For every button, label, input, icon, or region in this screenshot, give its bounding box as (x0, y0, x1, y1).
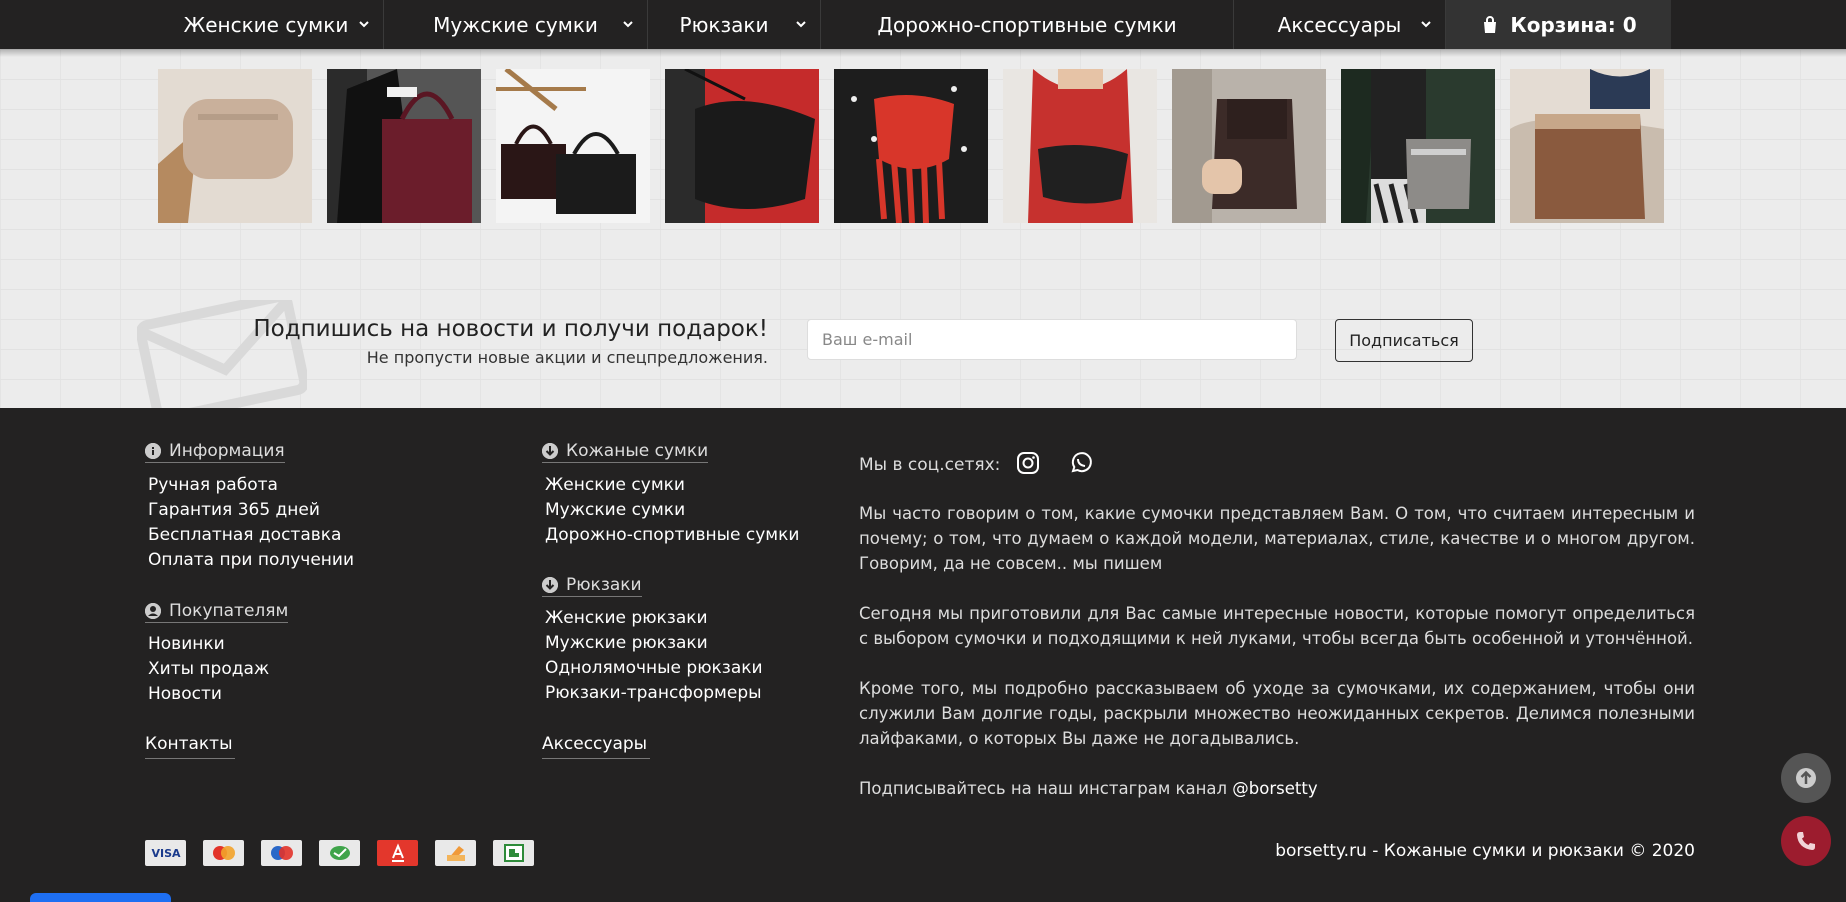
instagram-icon[interactable] (1016, 451, 1040, 475)
info-icon (145, 443, 161, 459)
wallet-icon (435, 840, 476, 866)
email-input[interactable] (807, 319, 1297, 360)
footer-link-delivery[interactable]: Бесплатная доставка (148, 525, 341, 545)
footer-link-accessories[interactable]: Аксессуары (542, 734, 650, 759)
call-button[interactable] (1781, 816, 1831, 866)
phone-icon (1797, 832, 1815, 850)
footer-link-travel-bags[interactable]: Дорожно-спортивные сумки (545, 525, 799, 545)
thumb-fringe-bag[interactable] (834, 69, 988, 223)
user-icon (145, 603, 161, 619)
footer-link-handmade[interactable]: Ручная работа (148, 475, 278, 495)
footer-link-single-strap[interactable]: Одноля­мочные рюкзаки (545, 658, 763, 678)
social-label: Мы в соц.сетях: (859, 455, 1001, 475)
footer-link-new[interactable]: Новинки (148, 634, 225, 654)
about-paragraph-4: Подписывайтесь на наш инстаграм канал @b… (859, 776, 1695, 801)
svg-text:VISA: VISA (151, 847, 181, 860)
subscribe-title: Подпишись на новости и получи подарок! (253, 316, 768, 342)
about-paragraph-4-text: Подписывайтесь на наш инстаграм канал (859, 779, 1233, 798)
nav-men-bags[interactable]: Мужские сумки (384, 0, 648, 49)
footer-backpacks-heading-label: Рюкзаки (566, 575, 642, 595)
subscribe-button[interactable]: Подписаться (1335, 319, 1473, 362)
nav-backpacks[interactable]: Рюкзаки (648, 0, 821, 49)
footer-link-contacts[interactable]: Контакты (145, 734, 235, 759)
footer-link-women-backpacks[interactable]: Женские рюкзаки (545, 608, 708, 628)
footer-info-heading-label: Информация (169, 441, 285, 461)
nav-travel-bags-label: Дорожно-спортивные сумки (877, 12, 1177, 37)
footer-link-news[interactable]: Новости (148, 684, 222, 704)
chat-widget-tab[interactable] (30, 893, 171, 902)
thumb-belt-bag[interactable] (158, 69, 312, 223)
chevron-down-icon (623, 21, 633, 28)
about-paragraph-2: Сегодня мы приготовили для Вас самые инт… (859, 604, 1695, 648)
nav-men-bags-label: Мужские сумки (433, 12, 598, 37)
about-paragraph-1: Мы часто говорим о том, какие сумочки пр… (859, 504, 1695, 573)
nav-women-bags[interactable]: Женские сумки (175, 0, 384, 49)
chevron-down-icon (1421, 21, 1431, 28)
scroll-top-button[interactable] (1781, 753, 1831, 803)
thumb-black-bag-red-dress[interactable] (665, 69, 819, 223)
nav-travel-bags[interactable]: Дорожно-спортивные сумки (821, 0, 1234, 49)
about-paragraph-3: Кроме того, мы подробно рассказываем об … (859, 679, 1695, 748)
thumb-brown-backpack[interactable] (1172, 69, 1326, 223)
footer-link-bestsellers[interactable]: Хиты продаж (148, 659, 269, 679)
footer-backpacks-heading[interactable]: Рюкзаки (542, 575, 642, 597)
footer-link-transformer[interactable]: Рюкзаки-трансформеры (545, 683, 762, 703)
footer-link-warranty[interactable]: Гарантия 365 дней (148, 500, 320, 520)
shopping-bag-icon (1484, 15, 1497, 33)
arrow-circle-down-icon (542, 443, 558, 459)
thumb-black-bag-red-dress-2[interactable] (1003, 69, 1157, 223)
thumb-grey-bag[interactable] (1341, 69, 1495, 223)
cart-label: Корзина: 0 (1510, 12, 1637, 37)
whatsapp-icon[interactable] (1069, 451, 1093, 475)
mastercard-icon (203, 840, 244, 866)
nav-accessories-label: Аксессуары (1277, 12, 1402, 37)
footer-link-women-bags[interactable]: Женские сумки (545, 475, 685, 495)
nav-women-bags-label: Женские сумки (183, 12, 349, 37)
footer-leather-heading-label: Кожаные сумки (566, 441, 709, 461)
top-nav: Женские сумки Мужские сумки Рюкзаки Доро… (0, 0, 1846, 49)
nav-accessories[interactable]: Аксессуары (1234, 0, 1446, 49)
chevron-down-icon (796, 21, 806, 28)
footer-leather-heading[interactable]: Кожаные сумки (542, 441, 709, 463)
footer-buyers-heading[interactable]: Покупателям (145, 601, 289, 623)
instagram-handle-link[interactable]: @borsetty (1232, 779, 1317, 798)
thumb-two-bags[interactable] (496, 69, 650, 223)
thumb-cognac-backpack[interactable] (1510, 69, 1664, 223)
product-thumbs (158, 69, 1664, 223)
sberbank-icon (319, 840, 360, 866)
footer-info-heading[interactable]: Информация (145, 441, 285, 463)
footer-link-payment[interactable]: Оплата при получении (148, 550, 354, 570)
thumb-burgundy-tote[interactable] (327, 69, 481, 223)
bank-logo-icon (493, 840, 534, 866)
chevron-down-icon (359, 21, 369, 28)
nav-backpacks-label: Рюкзаки (679, 12, 769, 37)
nav-shadow (0, 49, 1846, 57)
arrow-up-circle-icon (1796, 768, 1816, 788)
copyright: borsetty.ru - Кожаные сумки и рюкзаки © … (1275, 841, 1695, 861)
arrow-circle-down-icon (542, 577, 558, 593)
cart-button[interactable]: Корзина: 0 (1446, 0, 1671, 49)
alfa-bank-icon (377, 840, 418, 866)
visa-icon: VISA (145, 840, 186, 866)
maestro-icon (261, 840, 302, 866)
subscribe-subtitle: Не пропусти новые акции и спецпредложени… (366, 348, 768, 367)
footer-buyers-heading-label: Покупателям (169, 601, 289, 621)
footer-link-men-bags[interactable]: Мужские сумки (545, 500, 685, 520)
footer-link-men-backpacks[interactable]: Мужские рюкзаки (545, 633, 708, 653)
